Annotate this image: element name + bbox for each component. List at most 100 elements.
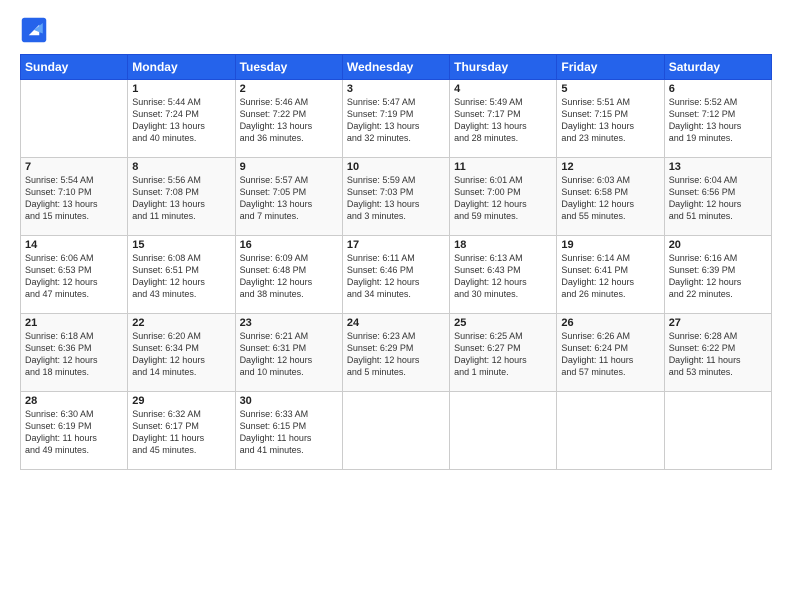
calendar-week-5: 28Sunrise: 6:30 AM Sunset: 6:19 PM Dayli…	[21, 392, 772, 470]
calendar-cell: 1Sunrise: 5:44 AM Sunset: 7:24 PM Daylig…	[128, 80, 235, 158]
logo	[20, 16, 52, 44]
calendar-cell: 30Sunrise: 6:33 AM Sunset: 6:15 PM Dayli…	[235, 392, 342, 470]
day-number: 26	[561, 317, 659, 329]
day-number: 9	[240, 161, 338, 173]
day-number: 14	[25, 239, 123, 251]
calendar-cell: 19Sunrise: 6:14 AM Sunset: 6:41 PM Dayli…	[557, 236, 664, 314]
weekday-header-wednesday: Wednesday	[342, 55, 449, 80]
day-info: Sunrise: 6:25 AM Sunset: 6:27 PM Dayligh…	[454, 330, 552, 379]
weekday-header-tuesday: Tuesday	[235, 55, 342, 80]
day-info: Sunrise: 6:21 AM Sunset: 6:31 PM Dayligh…	[240, 330, 338, 379]
calendar-cell: 20Sunrise: 6:16 AM Sunset: 6:39 PM Dayli…	[664, 236, 771, 314]
calendar-cell: 2Sunrise: 5:46 AM Sunset: 7:22 PM Daylig…	[235, 80, 342, 158]
day-number: 5	[561, 83, 659, 95]
day-number: 20	[669, 239, 767, 251]
day-info: Sunrise: 6:11 AM Sunset: 6:46 PM Dayligh…	[347, 252, 445, 301]
day-info: Sunrise: 6:09 AM Sunset: 6:48 PM Dayligh…	[240, 252, 338, 301]
calendar-week-1: 1Sunrise: 5:44 AM Sunset: 7:24 PM Daylig…	[21, 80, 772, 158]
day-info: Sunrise: 6:13 AM Sunset: 6:43 PM Dayligh…	[454, 252, 552, 301]
calendar-cell	[557, 392, 664, 470]
day-info: Sunrise: 5:56 AM Sunset: 7:08 PM Dayligh…	[132, 174, 230, 223]
day-info: Sunrise: 6:04 AM Sunset: 6:56 PM Dayligh…	[669, 174, 767, 223]
calendar-cell: 9Sunrise: 5:57 AM Sunset: 7:05 PM Daylig…	[235, 158, 342, 236]
day-number: 2	[240, 83, 338, 95]
day-info: Sunrise: 5:49 AM Sunset: 7:17 PM Dayligh…	[454, 96, 552, 145]
weekday-row: SundayMondayTuesdayWednesdayThursdayFrid…	[21, 55, 772, 80]
day-info: Sunrise: 6:03 AM Sunset: 6:58 PM Dayligh…	[561, 174, 659, 223]
calendar-week-3: 14Sunrise: 6:06 AM Sunset: 6:53 PM Dayli…	[21, 236, 772, 314]
day-info: Sunrise: 5:47 AM Sunset: 7:19 PM Dayligh…	[347, 96, 445, 145]
day-info: Sunrise: 5:59 AM Sunset: 7:03 PM Dayligh…	[347, 174, 445, 223]
day-info: Sunrise: 6:06 AM Sunset: 6:53 PM Dayligh…	[25, 252, 123, 301]
weekday-header-thursday: Thursday	[450, 55, 557, 80]
day-info: Sunrise: 6:26 AM Sunset: 6:24 PM Dayligh…	[561, 330, 659, 379]
day-info: Sunrise: 5:52 AM Sunset: 7:12 PM Dayligh…	[669, 96, 767, 145]
calendar-body: 1Sunrise: 5:44 AM Sunset: 7:24 PM Daylig…	[21, 80, 772, 470]
logo-icon	[20, 16, 48, 44]
calendar-table: SundayMondayTuesdayWednesdayThursdayFrid…	[20, 54, 772, 470]
calendar-cell: 25Sunrise: 6:25 AM Sunset: 6:27 PM Dayli…	[450, 314, 557, 392]
day-number: 22	[132, 317, 230, 329]
day-number: 30	[240, 395, 338, 407]
day-number: 28	[25, 395, 123, 407]
calendar-cell: 4Sunrise: 5:49 AM Sunset: 7:17 PM Daylig…	[450, 80, 557, 158]
day-info: Sunrise: 6:32 AM Sunset: 6:17 PM Dayligh…	[132, 408, 230, 457]
day-info: Sunrise: 5:44 AM Sunset: 7:24 PM Dayligh…	[132, 96, 230, 145]
day-info: Sunrise: 6:28 AM Sunset: 6:22 PM Dayligh…	[669, 330, 767, 379]
day-info: Sunrise: 6:20 AM Sunset: 6:34 PM Dayligh…	[132, 330, 230, 379]
calendar-week-4: 21Sunrise: 6:18 AM Sunset: 6:36 PM Dayli…	[21, 314, 772, 392]
calendar-cell: 12Sunrise: 6:03 AM Sunset: 6:58 PM Dayli…	[557, 158, 664, 236]
day-number: 13	[669, 161, 767, 173]
day-number: 17	[347, 239, 445, 251]
day-number: 10	[347, 161, 445, 173]
day-number: 1	[132, 83, 230, 95]
day-number: 6	[669, 83, 767, 95]
calendar-cell: 10Sunrise: 5:59 AM Sunset: 7:03 PM Dayli…	[342, 158, 449, 236]
calendar-cell: 24Sunrise: 6:23 AM Sunset: 6:29 PM Dayli…	[342, 314, 449, 392]
calendar-cell: 16Sunrise: 6:09 AM Sunset: 6:48 PM Dayli…	[235, 236, 342, 314]
calendar-cell: 22Sunrise: 6:20 AM Sunset: 6:34 PM Dayli…	[128, 314, 235, 392]
page-header	[20, 16, 772, 44]
day-info: Sunrise: 5:46 AM Sunset: 7:22 PM Dayligh…	[240, 96, 338, 145]
day-info: Sunrise: 6:14 AM Sunset: 6:41 PM Dayligh…	[561, 252, 659, 301]
calendar-cell: 11Sunrise: 6:01 AM Sunset: 7:00 PM Dayli…	[450, 158, 557, 236]
day-number: 7	[25, 161, 123, 173]
day-number: 19	[561, 239, 659, 251]
calendar-cell	[450, 392, 557, 470]
calendar-cell: 27Sunrise: 6:28 AM Sunset: 6:22 PM Dayli…	[664, 314, 771, 392]
day-number: 15	[132, 239, 230, 251]
calendar-cell: 7Sunrise: 5:54 AM Sunset: 7:10 PM Daylig…	[21, 158, 128, 236]
calendar-cell: 15Sunrise: 6:08 AM Sunset: 6:51 PM Dayli…	[128, 236, 235, 314]
day-number: 3	[347, 83, 445, 95]
weekday-header-friday: Friday	[557, 55, 664, 80]
day-info: Sunrise: 6:30 AM Sunset: 6:19 PM Dayligh…	[25, 408, 123, 457]
day-info: Sunrise: 6:16 AM Sunset: 6:39 PM Dayligh…	[669, 252, 767, 301]
calendar-cell: 17Sunrise: 6:11 AM Sunset: 6:46 PM Dayli…	[342, 236, 449, 314]
calendar-cell: 29Sunrise: 6:32 AM Sunset: 6:17 PM Dayli…	[128, 392, 235, 470]
calendar-cell: 23Sunrise: 6:21 AM Sunset: 6:31 PM Dayli…	[235, 314, 342, 392]
day-number: 21	[25, 317, 123, 329]
calendar-cell: 28Sunrise: 6:30 AM Sunset: 6:19 PM Dayli…	[21, 392, 128, 470]
calendar-cell: 3Sunrise: 5:47 AM Sunset: 7:19 PM Daylig…	[342, 80, 449, 158]
day-number: 12	[561, 161, 659, 173]
day-info: Sunrise: 6:33 AM Sunset: 6:15 PM Dayligh…	[240, 408, 338, 457]
day-number: 25	[454, 317, 552, 329]
day-number: 4	[454, 83, 552, 95]
calendar-cell: 13Sunrise: 6:04 AM Sunset: 6:56 PM Dayli…	[664, 158, 771, 236]
weekday-header-monday: Monday	[128, 55, 235, 80]
day-info: Sunrise: 6:08 AM Sunset: 6:51 PM Dayligh…	[132, 252, 230, 301]
calendar-cell: 26Sunrise: 6:26 AM Sunset: 6:24 PM Dayli…	[557, 314, 664, 392]
calendar-cell	[664, 392, 771, 470]
calendar-cell: 14Sunrise: 6:06 AM Sunset: 6:53 PM Dayli…	[21, 236, 128, 314]
calendar-cell: 18Sunrise: 6:13 AM Sunset: 6:43 PM Dayli…	[450, 236, 557, 314]
calendar-cell: 21Sunrise: 6:18 AM Sunset: 6:36 PM Dayli…	[21, 314, 128, 392]
day-info: Sunrise: 6:23 AM Sunset: 6:29 PM Dayligh…	[347, 330, 445, 379]
calendar-header: SundayMondayTuesdayWednesdayThursdayFrid…	[21, 55, 772, 80]
calendar-cell: 6Sunrise: 5:52 AM Sunset: 7:12 PM Daylig…	[664, 80, 771, 158]
weekday-header-saturday: Saturday	[664, 55, 771, 80]
calendar-week-2: 7Sunrise: 5:54 AM Sunset: 7:10 PM Daylig…	[21, 158, 772, 236]
day-info: Sunrise: 5:54 AM Sunset: 7:10 PM Dayligh…	[25, 174, 123, 223]
day-number: 24	[347, 317, 445, 329]
day-number: 8	[132, 161, 230, 173]
weekday-header-sunday: Sunday	[21, 55, 128, 80]
